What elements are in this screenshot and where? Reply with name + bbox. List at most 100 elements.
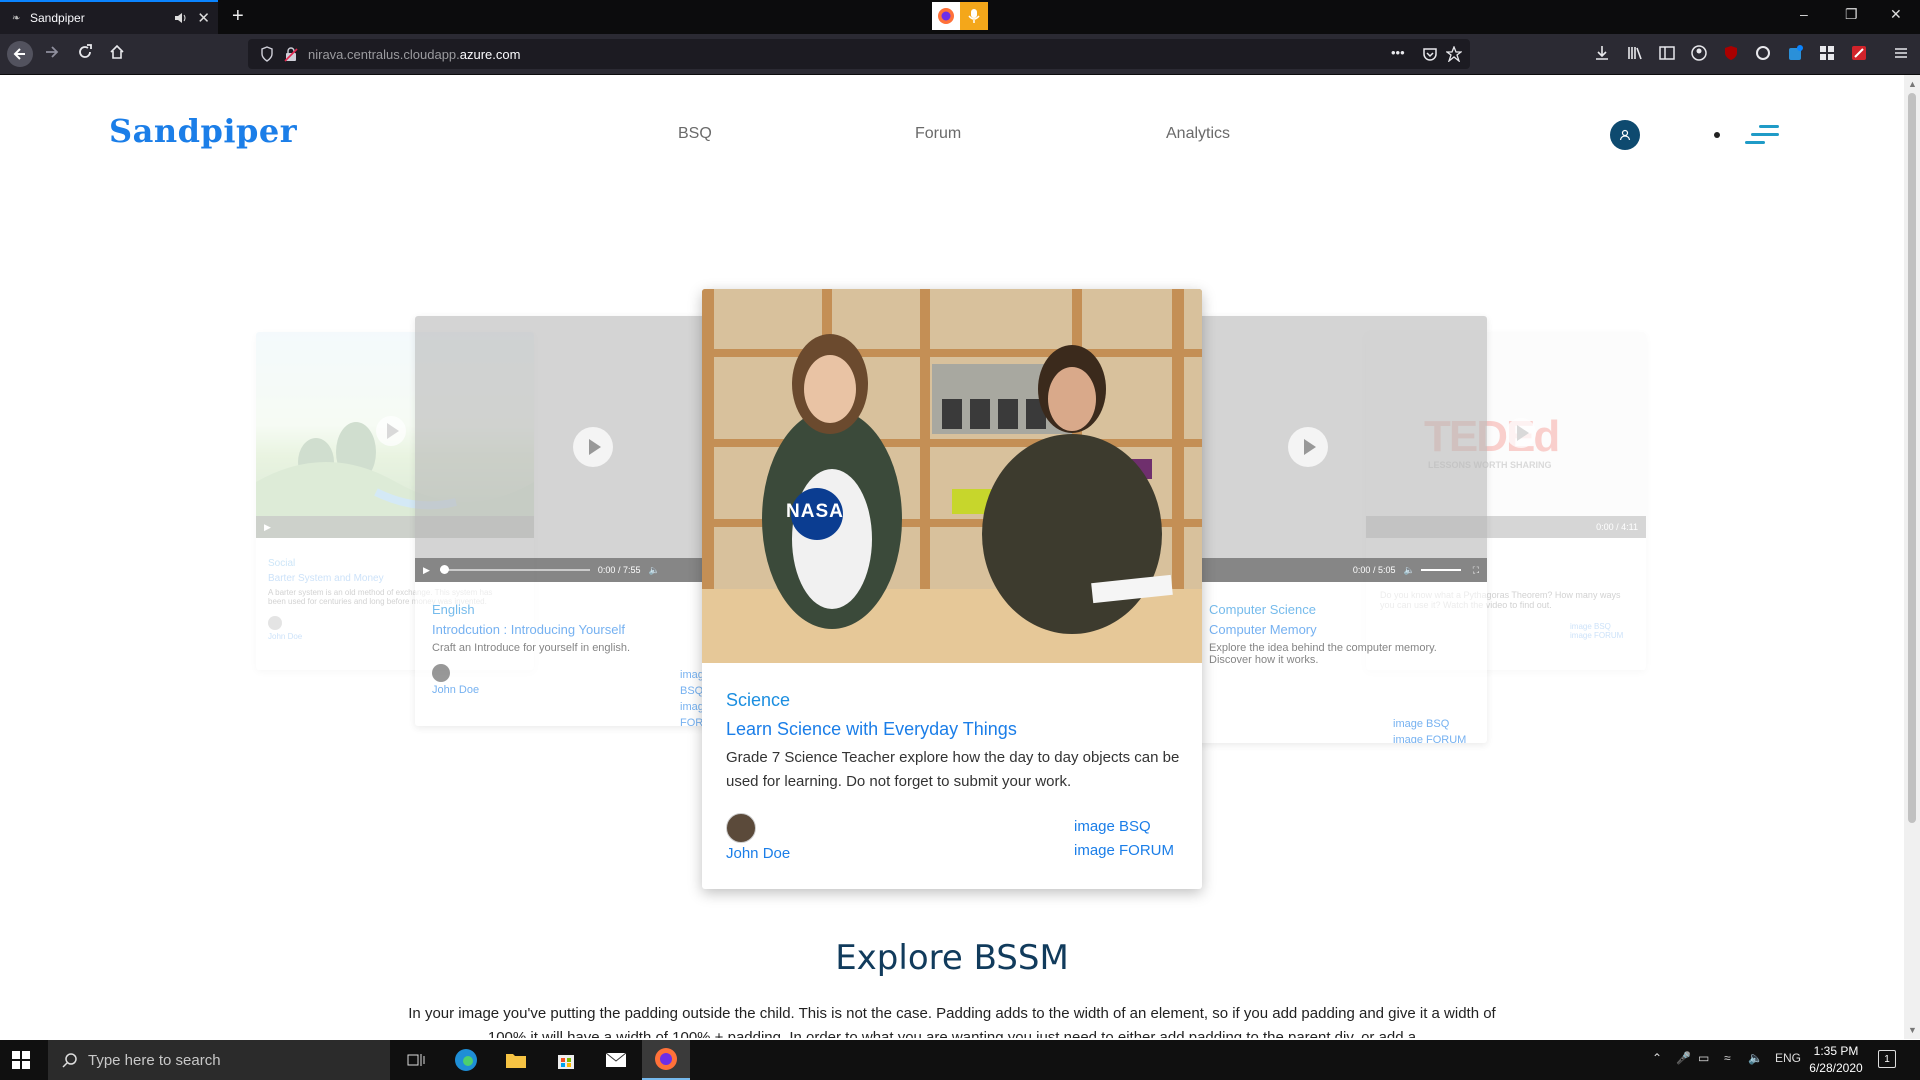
card-author[interactable]: John Doe bbox=[432, 684, 630, 696]
hamburger-menu-icon[interactable] bbox=[1893, 45, 1909, 61]
scrollbar-thumb[interactable] bbox=[1908, 93, 1916, 823]
url-prefix: nirava.centralus.cloudapp. bbox=[308, 46, 460, 62]
nav-analytics[interactable]: Analytics bbox=[1166, 125, 1230, 143]
play-button-icon[interactable] bbox=[376, 416, 406, 446]
volume-tray-icon[interactable]: 🔈 bbox=[1748, 1051, 1763, 1065]
home-icon[interactable] bbox=[109, 44, 125, 60]
shield-icon[interactable] bbox=[260, 46, 274, 62]
library-icon[interactable] bbox=[1627, 45, 1643, 61]
notification-icon[interactable]: 1 bbox=[1878, 1050, 1896, 1068]
scroll-down-icon[interactable]: ▼ bbox=[1908, 1025, 1917, 1035]
reload-icon[interactable] bbox=[77, 44, 93, 60]
image-bsq-link[interactable]: image BSQ bbox=[1570, 622, 1630, 631]
bookmark-star-icon[interactable] bbox=[1446, 46, 1462, 62]
browser-tab[interactable]: ❧ Sandpiper ✕ bbox=[0, 0, 218, 34]
pocket-icon[interactable] bbox=[1422, 46, 1438, 62]
forward-icon[interactable] bbox=[44, 44, 60, 60]
seek-bar[interactable] bbox=[439, 565, 590, 574]
explore-paragraph: In your image you've putting the padding… bbox=[408, 1005, 1496, 1038]
page-viewport: Sandpiper BSQ Forum Analytics ▶ Social B… bbox=[0, 75, 1904, 1039]
task-view-icon[interactable] bbox=[392, 1040, 440, 1080]
back-icon[interactable] bbox=[6, 40, 34, 68]
nav-forum[interactable]: Forum bbox=[915, 125, 961, 143]
account-icon[interactable] bbox=[1691, 45, 1707, 61]
card-category: Computer Science bbox=[1209, 602, 1316, 617]
pdf-extension-icon[interactable] bbox=[1851, 45, 1867, 61]
carousel-card-left[interactable]: ▶ 0:00 / 7:55 🔈 English Introdcution : I… bbox=[415, 316, 715, 726]
image-forum-link[interactable]: image FORUM bbox=[1570, 631, 1630, 640]
video-controls[interactable]: 0:00 / 5:05 🔈 ⛶ bbox=[1193, 558, 1487, 582]
volume-icon[interactable]: 🔈 bbox=[648, 565, 659, 576]
ublock-icon[interactable] bbox=[1723, 45, 1739, 61]
tab-speaker-icon[interactable] bbox=[174, 11, 188, 25]
tab-favicon-icon: ❧ bbox=[12, 13, 21, 24]
image-bsq-link[interactable]: image BSQ bbox=[1074, 815, 1174, 839]
play-button-icon[interactable] bbox=[1506, 418, 1536, 448]
extension-sync-icon[interactable] bbox=[1755, 45, 1771, 61]
image-forum-link[interactable]: image FORUM bbox=[1393, 732, 1466, 743]
taskbar-search-box[interactable]: Type here to search bbox=[48, 1040, 390, 1080]
edge-icon[interactable] bbox=[442, 1040, 490, 1080]
window-close-icon[interactable]: ✕ bbox=[1890, 6, 1902, 23]
card-title[interactable]: Learn Science with Everyday Things bbox=[726, 719, 1181, 740]
video-controls[interactable]: ▶ 0:00 / 7:55 🔈 bbox=[415, 558, 715, 582]
tab-title: Sandpiper bbox=[30, 11, 85, 25]
side-menu-icon[interactable] bbox=[1745, 123, 1781, 147]
browser-navbar: nirava.centralus.cloudapp. azure.com ••• bbox=[0, 34, 1920, 74]
page-scrollbar[interactable]: ▲ ▼ bbox=[1904, 75, 1920, 1039]
windows-start-icon[interactable] bbox=[12, 1051, 30, 1069]
video-time: 0:00 / 7:55 bbox=[597, 565, 641, 575]
new-tab-button[interactable]: + bbox=[232, 5, 244, 28]
windows-taskbar: Type here to search ⌃ 🎤 ▭ ≈ 🔈 ENG 1:35 P… bbox=[0, 1040, 1920, 1080]
page-actions-button[interactable]: ••• bbox=[1391, 45, 1405, 60]
image-bsq-link[interactable]: image BSQ bbox=[1393, 716, 1466, 732]
user-avatar-button[interactable] bbox=[1610, 120, 1640, 150]
tray-microphone-icon[interactable]: 🎤 bbox=[1676, 1051, 1691, 1065]
fullscreen-icon[interactable]: ⛶ bbox=[1473, 565, 1479, 576]
author-avatar bbox=[726, 813, 756, 843]
play-button-icon[interactable] bbox=[573, 427, 613, 467]
taskbar-clock[interactable]: 1:35 PM 6/28/2020 bbox=[1806, 1043, 1866, 1077]
store-icon[interactable] bbox=[542, 1040, 590, 1080]
card-title[interactable]: Computer Memory bbox=[1209, 622, 1479, 637]
card-description: Explore the idea behind the computer mem… bbox=[1209, 642, 1437, 666]
carousel-card-center[interactable]: NASA Science Learn Science with Everyday… bbox=[702, 289, 1202, 889]
mail-icon[interactable] bbox=[592, 1040, 640, 1080]
lock-warning-icon[interactable] bbox=[284, 46, 298, 62]
play-icon[interactable]: ▶ bbox=[423, 565, 430, 576]
tab-close-icon[interactable]: ✕ bbox=[197, 9, 210, 27]
address-bar[interactable]: nirava.centralus.cloudapp. azure.com ••• bbox=[248, 39, 1470, 69]
video-thumbnail[interactable]: 0:00 / 5:05 🔈 ⛶ bbox=[1193, 316, 1487, 582]
tray-overflow-icon[interactable]: ⌃ bbox=[1652, 1051, 1662, 1065]
carousel-card-right[interactable]: 0:00 / 5:05 🔈 ⛶ Computer Science Compute… bbox=[1193, 316, 1487, 743]
classroom-video-frame bbox=[702, 289, 1202, 663]
battery-icon[interactable]: ▭ bbox=[1698, 1051, 1709, 1065]
minimize-icon[interactable]: – bbox=[1800, 6, 1808, 22]
file-explorer-icon[interactable] bbox=[492, 1040, 540, 1080]
sidebar-icon[interactable] bbox=[1659, 45, 1675, 61]
extensions-grid-icon[interactable] bbox=[1819, 45, 1835, 61]
card-author[interactable]: John Doe bbox=[726, 845, 790, 862]
video-thumbnail[interactable]: ▶ 0:00 / 7:55 🔈 bbox=[415, 316, 715, 582]
language-indicator[interactable]: ENG bbox=[1775, 1051, 1801, 1065]
restore-icon[interactable]: ❐ bbox=[1845, 6, 1858, 23]
sharing-indicator[interactable] bbox=[932, 2, 988, 30]
scroll-up-icon[interactable]: ▲ bbox=[1908, 79, 1917, 89]
image-forum-link[interactable]: image FORUM bbox=[1074, 839, 1174, 863]
site-logo[interactable]: Sandpiper bbox=[109, 112, 297, 150]
wifi-icon[interactable]: ≈ bbox=[1724, 1051, 1731, 1065]
notification-count: 1 bbox=[1884, 1053, 1890, 1065]
nav-bsq[interactable]: BSQ bbox=[678, 125, 712, 143]
search-placeholder: Type here to search bbox=[88, 1051, 221, 1069]
user-icon bbox=[1619, 129, 1631, 141]
volume-slider[interactable] bbox=[1420, 569, 1461, 571]
card-description: Craft an Introduce for yourself in engli… bbox=[432, 642, 631, 654]
card-title[interactable]: Introdcution : Introducing Yourself bbox=[432, 622, 630, 637]
volume-icon[interactable]: 🔈 bbox=[1403, 565, 1414, 576]
firefox-taskbar-icon[interactable] bbox=[642, 1040, 690, 1080]
downloads-icon[interactable] bbox=[1594, 45, 1610, 61]
clock-date: 6/28/2020 bbox=[1809, 1061, 1863, 1075]
extension-badge-icon[interactable] bbox=[1787, 45, 1803, 61]
video-thumbnail[interactable]: NASA bbox=[702, 289, 1202, 663]
play-button-icon[interactable] bbox=[1288, 427, 1328, 467]
